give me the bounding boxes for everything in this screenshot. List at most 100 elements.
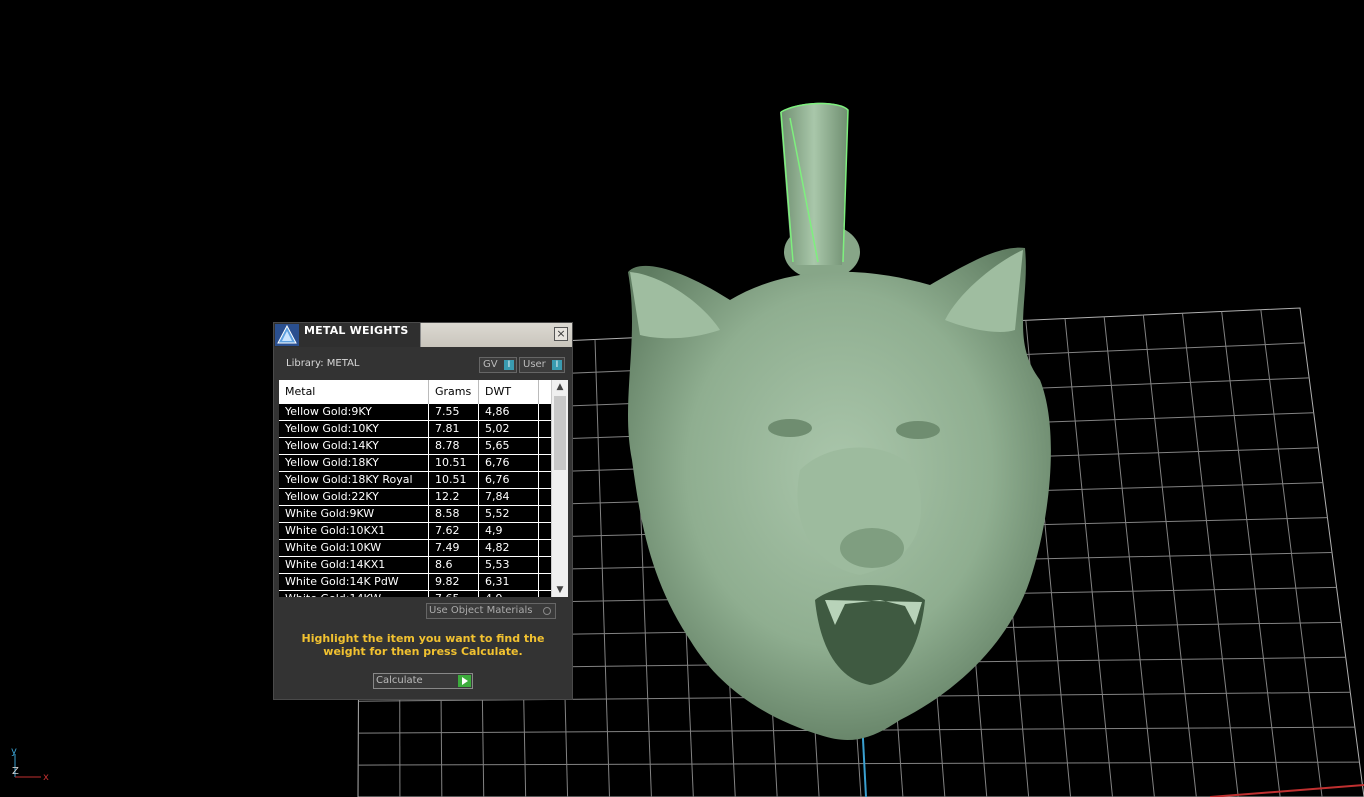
play-icon (458, 675, 471, 687)
metal-table[interactable]: Metal Grams DWT Yellow Gold:9KY 7.55 4,86 Y… (279, 380, 568, 597)
scroll-up-icon[interactable]: ▲ (552, 380, 568, 394)
cell-dwt: 7,84 (479, 489, 539, 505)
user-toggle-label: User (523, 359, 546, 370)
wolf-pendant-model[interactable] (628, 102, 1051, 740)
axis-x-label: x (43, 772, 49, 783)
user-toggle-knob: I (552, 360, 562, 370)
axis-z-label: Z (12, 766, 19, 777)
cell-metal: Yellow Gold:22KY (279, 489, 429, 505)
cell-spacer (539, 557, 551, 573)
cell-metal: Yellow Gold:10KY (279, 421, 429, 437)
x-axis-line (1209, 784, 1364, 797)
cell-grams: 7.49 (429, 540, 479, 556)
cell-metal: White Gold:14KX1 (279, 557, 429, 573)
cell-spacer (539, 489, 551, 505)
table-row[interactable]: Yellow Gold:18KY Royal 10.51 6,76 (279, 472, 551, 489)
gv-toggle-knob: I (504, 360, 514, 370)
cell-metal: Yellow Gold:14KY (279, 438, 429, 454)
table-row[interactable]: White Gold:14KX1 8.6 5,53 (279, 557, 551, 574)
cell-metal: Yellow Gold:18KY Royal (279, 472, 429, 488)
gv-toggle[interactable]: GV I (479, 357, 517, 373)
cell-dwt: 6,76 (479, 472, 539, 488)
cell-grams: 10.51 (429, 455, 479, 471)
titlebar-fill (421, 323, 572, 347)
table-row[interactable]: White Gold:10KW 7.49 4,82 (279, 540, 551, 557)
cell-spacer (539, 404, 551, 420)
scroll-thumb[interactable] (554, 396, 566, 470)
column-header-dwt[interactable]: DWT (479, 380, 539, 404)
cell-metal: White Gold:14K PdW (279, 574, 429, 590)
cell-spacer (539, 455, 551, 471)
cell-grams: 10.51 (429, 472, 479, 488)
table-row[interactable]: Yellow Gold:10KY 7.81 5,02 (279, 421, 551, 438)
cell-spacer (539, 591, 551, 597)
table-row[interactable]: White Gold:9KW 8.58 5,52 (279, 506, 551, 523)
cell-dwt: 6,31 (479, 574, 539, 590)
panel-title: METAL WEIGHTS (304, 324, 409, 337)
cell-dwt: 5,02 (479, 421, 539, 437)
cell-metal: White Gold:9KW (279, 506, 429, 522)
cell-grams: 8.6 (429, 557, 479, 573)
table-row[interactable]: White Gold:10KX1 7.62 4,9 (279, 523, 551, 540)
cell-metal: White Gold:14KW (279, 591, 429, 597)
calculate-label: Calculate (376, 675, 423, 686)
cell-dwt: 4,82 (479, 540, 539, 556)
cell-dwt: 4,9 (479, 591, 539, 597)
cell-dwt: 5,65 (479, 438, 539, 454)
column-header-grams[interactable]: Grams (429, 380, 479, 404)
wolf-eye-right (896, 421, 940, 439)
table-row[interactable]: Yellow Gold:18KY 10.51 6,76 (279, 455, 551, 472)
instructions-text: Highlight the item you want to find the … (301, 632, 545, 658)
table-row[interactable]: White Gold:14K PdW 9.82 6,31 (279, 574, 551, 591)
cell-spacer (539, 523, 551, 539)
cell-metal: Yellow Gold:9KY (279, 404, 429, 420)
3d-viewport[interactable]: y Z x (0, 0, 1364, 797)
cell-grams: 8.58 (429, 506, 479, 522)
radio-icon[interactable] (543, 607, 551, 615)
close-button[interactable]: × (554, 327, 568, 341)
use-object-materials-label: Use Object Materials (429, 605, 533, 616)
scene-svg (357, 102, 1364, 797)
use-object-materials-option[interactable]: Use Object Materials (426, 603, 556, 619)
gv-toggle-label: GV (483, 359, 498, 370)
table-row[interactable]: Yellow Gold:14KY 8.78 5,65 (279, 438, 551, 455)
cell-spacer (539, 472, 551, 488)
cell-dwt: 5,52 (479, 506, 539, 522)
cell-metal: White Gold:10KX1 (279, 523, 429, 539)
table-row[interactable]: White Gold:14KW7.654,9 (279, 591, 551, 597)
cell-spacer (539, 540, 551, 556)
cell-grams: 9.82 (429, 574, 479, 590)
library-label: Library: METAL (286, 358, 360, 369)
table-body: Yellow Gold:9KY 7.55 4,86 Yellow Gold:10KY 7… (279, 404, 551, 597)
cell-grams: 7.55 (429, 404, 479, 420)
cell-metal: White Gold:10KW (279, 540, 429, 556)
cell-grams: 7.81 (429, 421, 479, 437)
cell-spacer (539, 506, 551, 522)
cell-grams: 12.2 (429, 489, 479, 505)
scroll-down-icon[interactable]: ▼ (552, 583, 568, 597)
wolf-eye-left (768, 419, 812, 437)
app-logo-icon (275, 324, 299, 346)
wolf-nose (840, 528, 904, 568)
panel-titlebar[interactable]: METAL WEIGHTS × (274, 323, 572, 347)
cell-grams: 7.62 (429, 523, 479, 539)
cell-dwt: 6,76 (479, 455, 539, 471)
user-toggle[interactable]: User I (519, 357, 565, 373)
cell-grams: 7.65 (429, 591, 479, 597)
axis-y-label: y (11, 746, 17, 757)
table-scrollbar[interactable]: ▲ ▼ (551, 380, 568, 597)
cell-dwt: 4,86 (479, 404, 539, 420)
cell-spacer (539, 574, 551, 590)
table-row[interactable]: Yellow Gold:22KY 12.2 7,84 (279, 489, 551, 506)
table-header: Metal Grams DWT (279, 380, 551, 404)
cell-spacer (539, 421, 551, 437)
title-tab: METAL WEIGHTS (274, 323, 421, 347)
metal-weights-panel: METAL WEIGHTS × Library: METAL GV I User… (273, 322, 573, 700)
cell-spacer (539, 438, 551, 454)
cell-dwt: 4,9 (479, 523, 539, 539)
column-header-metal[interactable]: Metal (279, 380, 429, 404)
calculate-button[interactable]: Calculate (373, 673, 473, 689)
axis-gizmo: y Z x (11, 746, 49, 783)
cell-grams: 8.78 (429, 438, 479, 454)
table-row[interactable]: Yellow Gold:9KY 7.55 4,86 (279, 404, 551, 421)
